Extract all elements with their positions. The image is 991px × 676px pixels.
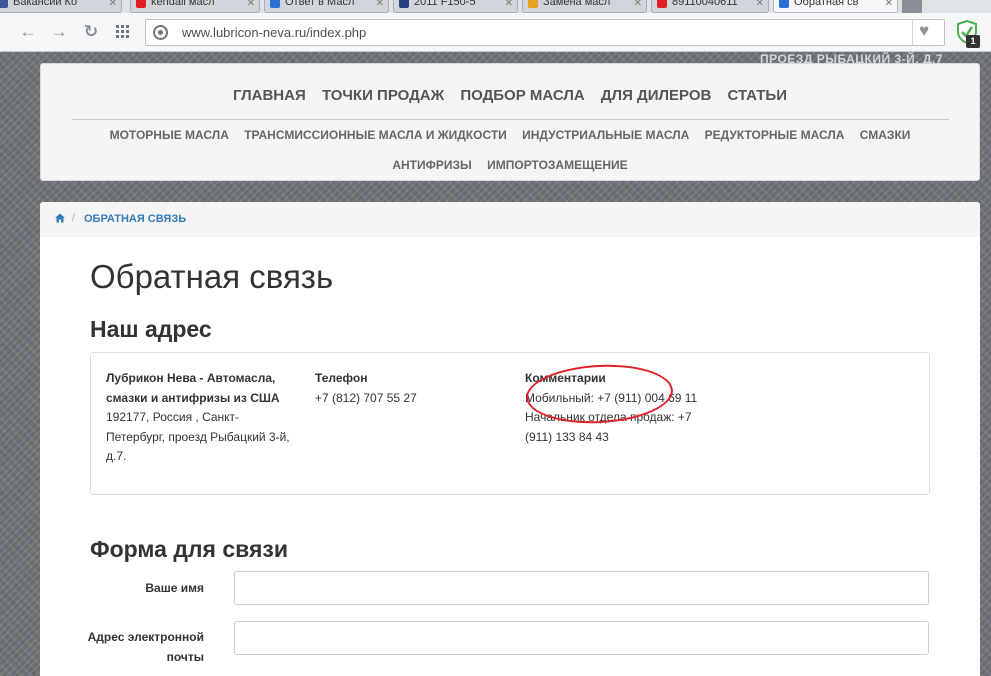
phone-label: Телефон: [315, 371, 368, 385]
menu-item-points-of-sale[interactable]: ТОЧКИ ПРОДАЖ: [322, 87, 444, 104]
phone-column: Телефон +7 (812) 707 55 27: [315, 369, 495, 408]
company-name: Лубрикон Нева - Автомасла, смазки и анти…: [106, 371, 280, 405]
favicon-icon: [0, 0, 8, 8]
new-tab-button[interactable]: [902, 0, 922, 13]
close-icon[interactable]: ✕: [505, 0, 513, 10]
company-column: Лубрикон Нева - Автомасла, смазки и анти…: [106, 369, 291, 467]
tab-kendall[interactable]: kendall масл ✕: [130, 0, 260, 13]
favicon-icon: [528, 0, 538, 8]
home-icon[interactable]: [55, 213, 65, 223]
favicon-icon: [399, 0, 409, 8]
tab-vacancies[interactable]: Вакансии Ко ✕: [0, 0, 122, 13]
browser-toolbar: ← → ↻ www.lubricon-neva.ru/index.php ♥ 1: [0, 13, 991, 52]
address-bar[interactable]: www.lubricon-neva.ru/index.php ♥: [145, 19, 945, 46]
close-icon[interactable]: ✕: [109, 0, 117, 10]
submenu-item-motor-oils[interactable]: МОТОРНЫЕ МАСЛА: [110, 128, 229, 142]
tab-phone[interactable]: 89110040611 ✕: [651, 0, 769, 13]
url-divider: [912, 20, 913, 45]
page-title: Обратная связь: [90, 258, 334, 295]
submenu-item-import-substitution[interactable]: ИМПОРТОЗАМЕЩЕНИЕ: [487, 158, 628, 172]
close-icon[interactable]: ✕: [634, 0, 642, 10]
sub-menu-row-1: МОТОРНЫЕ МАСЛА ТРАНСМИССИОННЫЕ МАСЛА И Ж…: [41, 128, 979, 142]
heart-icon[interactable]: ♥: [919, 21, 929, 41]
close-icon[interactable]: ✕: [247, 0, 255, 10]
breadcrumb-separator: /: [72, 212, 76, 224]
menu-item-articles[interactable]: СТАТЬИ: [728, 87, 788, 104]
navigation-panel: ГЛАВНАЯ ТОЧКИ ПРОДАЖ ПОДБОР МАСЛА ДЛЯ ДИ…: [40, 63, 980, 181]
email-input[interactable]: [234, 621, 929, 655]
submenu-item-gear-oils[interactable]: РЕДУКТОРНЫЕ МАСЛА: [705, 128, 845, 142]
menu-item-home[interactable]: ГЛАВНАЯ: [233, 87, 306, 104]
phone-value: +7 (812) 707 55 27: [315, 390, 417, 405]
breadcrumb-current[interactable]: ОБРАТНАЯ СВЯЗЬ: [84, 213, 186, 225]
tab-strip: Вакансии Ко ✕ kendall масл ✕ Ответ в Мас…: [0, 0, 991, 13]
breadcrumb: / ОБРАТНАЯ СВЯЗЬ: [40, 202, 980, 237]
site-info-icon[interactable]: [153, 25, 168, 40]
tab-answer[interactable]: Ответ в Масл ✕: [264, 0, 389, 13]
extension-badge: 1: [966, 35, 980, 48]
tab-f150[interactable]: 2011 F150-5 ✕: [393, 0, 518, 13]
close-icon[interactable]: ✕: [885, 0, 893, 10]
name-label: Ваше имя: [145, 581, 204, 595]
forward-arrow-icon[interactable]: →: [48, 21, 70, 43]
submenu-item-antifreeze[interactable]: АНТИФРИЗЫ: [392, 158, 471, 172]
address-heading: Наш адрес: [90, 316, 212, 342]
favicon-icon: [136, 0, 146, 8]
apps-grid-icon[interactable]: [112, 21, 134, 43]
url-text[interactable]: www.lubricon-neva.ru/index.php: [182, 25, 366, 40]
favicon-icon: [270, 0, 280, 8]
main-menu: ГЛАВНАЯ ТОЧКИ ПРОДАЖ ПОДБОР МАСЛА ДЛЯ ДИ…: [41, 87, 979, 104]
reload-icon[interactable]: ↻: [80, 21, 102, 43]
nav-divider: [72, 119, 949, 120]
email-label: Адрес электронной почты: [87, 630, 204, 664]
menu-item-oil-selection[interactable]: ПОДБОР МАСЛА: [460, 87, 584, 104]
tab-feedback[interactable]: Обратная св ✕: [773, 0, 898, 13]
form-heading: Форма для связи: [90, 536, 288, 562]
back-arrow-icon[interactable]: ←: [17, 21, 39, 43]
close-icon[interactable]: ✕: [376, 0, 384, 10]
company-address: 192177, Россия , Санкт-Петербург, проезд…: [106, 410, 290, 463]
favicon-icon: [657, 0, 667, 8]
sub-menu-row-2: АНТИФРИЗЫ ИМПОРТОЗАМЕЩЕНИЕ: [41, 158, 979, 172]
name-input[interactable]: [234, 571, 929, 605]
favicon-icon: [779, 0, 789, 8]
close-icon[interactable]: ✕: [756, 0, 764, 10]
submenu-item-transmission-oils[interactable]: ТРАНСМИССИОННЫЕ МАСЛА И ЖИДКОСТИ: [244, 128, 507, 142]
submenu-item-industrial-oils[interactable]: ИНДУСТРИАЛЬНЫЕ МАСЛА: [522, 128, 689, 142]
submenu-item-greases[interactable]: СМАЗКИ: [860, 128, 911, 142]
address-info-box: Лубрикон Нева - Автомасла, смазки и анти…: [90, 352, 930, 495]
content-card: / ОБРАТНАЯ СВЯЗЬ Обратная связь Наш адре…: [40, 202, 980, 676]
tab-replacement[interactable]: Замена масл ✕: [522, 0, 647, 13]
menu-item-dealers[interactable]: ДЛЯ ДИЛЕРОВ: [601, 87, 711, 104]
